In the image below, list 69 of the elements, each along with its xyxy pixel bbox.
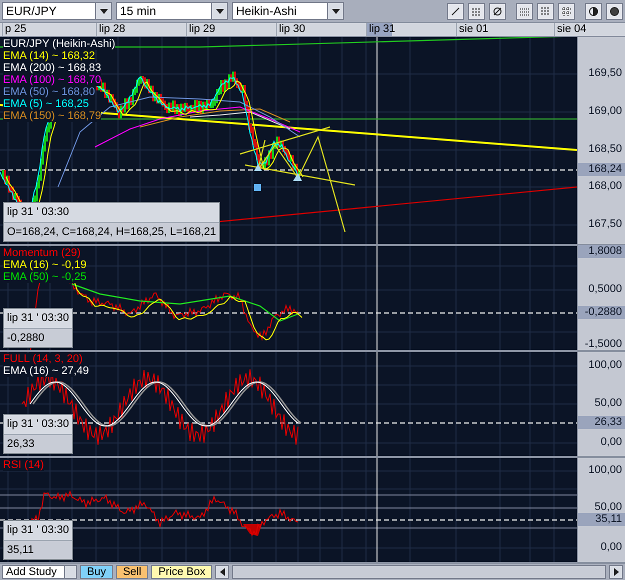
caret-icon xyxy=(332,8,340,14)
axis-label: 167,50 xyxy=(588,218,623,231)
legend-label: EMA (50) ~ -0,25 xyxy=(3,271,86,283)
axis-label: 0,5000 xyxy=(588,283,623,296)
order-button[interactable]: Sell xyxy=(116,565,148,579)
caret-icon xyxy=(216,8,224,14)
horizontal-lines-icon[interactable] xyxy=(468,2,485,20)
axis-label: 100,00 xyxy=(588,464,623,477)
dropdown[interactable]: EUR/JPY xyxy=(2,2,112,20)
date-label: lip 28 xyxy=(96,23,186,36)
time-readout: lip 31 ' 03:30 xyxy=(6,417,70,432)
grid-lines-icon[interactable] xyxy=(516,2,533,20)
current-value-label: 168,24 xyxy=(578,163,625,176)
date-label: lip 29 xyxy=(186,23,276,36)
value-readout: 35,11 xyxy=(4,540,72,559)
square-marker xyxy=(254,184,261,191)
date-label: p 25 xyxy=(2,23,92,36)
scroll-right-button[interactable] xyxy=(609,565,623,579)
axis-label: 169,00 xyxy=(588,105,623,118)
value-readout: -0,2880 xyxy=(4,328,72,347)
triangle-marker xyxy=(293,173,302,181)
legend-label: EMA (200) ~ 168,83 xyxy=(3,62,102,74)
legend-label: EUR/JPY (Heikin-Ashi) xyxy=(3,38,116,50)
scrollbar[interactable] xyxy=(232,565,606,579)
value-readout: O=168,24, C=168,24, H=168,25, L=168,21 xyxy=(4,222,220,241)
oversold-area xyxy=(243,524,262,536)
current-value-label: -0,2880 xyxy=(578,306,625,319)
value-readout: 26,33 xyxy=(4,434,72,453)
legend-label: EMA (100) ~ 168,70 xyxy=(3,74,102,86)
legend-label: EMA (5) ~ 168,25 xyxy=(3,98,89,110)
legend-label: EMA (16) ~ -0,19 xyxy=(3,259,86,271)
time-readout: lip 31 ' 03:30 xyxy=(6,311,70,326)
legend-label: EMA (50) ~ 168,80 xyxy=(3,86,96,98)
current-value-label: 1,8008 xyxy=(578,245,625,258)
axis-label: 50,00 xyxy=(594,501,623,514)
axis-label: 168,00 xyxy=(588,180,623,193)
time-readout: lip 31 ' 03:30 xyxy=(6,523,70,538)
grid-lines-icon[interactable] xyxy=(558,2,575,20)
legend-label: EMA (150) ~ 168,79 xyxy=(3,110,102,122)
left-arrow-icon xyxy=(220,568,225,576)
scroll-left-button[interactable] xyxy=(215,565,230,579)
axis-label: 100,00 xyxy=(588,359,623,372)
legend-label: Momentum (29) xyxy=(3,247,81,259)
dropdown[interactable]: 15 min xyxy=(116,2,228,20)
legend-label: EMA (14) ~ 168,32 xyxy=(3,50,96,62)
axis-label: 50,00 xyxy=(594,397,623,410)
order-button[interactable]: Price Box xyxy=(151,565,212,579)
triangle-marker xyxy=(254,164,262,171)
legend-label: EMA (16) ~ 27,49 xyxy=(3,365,89,377)
axis-label: 169,50 xyxy=(588,67,623,80)
current-value-label: 26,33 xyxy=(578,416,625,429)
date-label: sie 04 xyxy=(554,23,625,36)
date-label: sie 01 xyxy=(456,23,546,36)
add-study-dropdown[interactable]: Add Study xyxy=(2,565,77,579)
circle-slash-icon[interactable] xyxy=(489,2,506,20)
current-value-label: 35,11 xyxy=(578,513,625,526)
legend-label: FULL (14, 3, 20) xyxy=(3,353,83,365)
order-button[interactable]: Buy xyxy=(80,565,113,579)
time-readout: lip 31 ' 03:30 xyxy=(6,205,70,220)
caret-icon xyxy=(100,8,108,14)
legend-label: RSI (14) xyxy=(3,459,44,471)
axis-label: 0,00 xyxy=(600,541,623,554)
right-arrow-icon xyxy=(614,568,618,576)
axis-label: -1,5000 xyxy=(584,338,623,351)
grid-lines-icon[interactable] xyxy=(537,2,554,20)
dropdown[interactable]: Heikin-Ashi xyxy=(232,2,344,20)
contrast-icon[interactable] xyxy=(585,2,602,20)
axis-label: 168,50 xyxy=(588,143,623,156)
axis-label: 0,00 xyxy=(600,436,623,449)
